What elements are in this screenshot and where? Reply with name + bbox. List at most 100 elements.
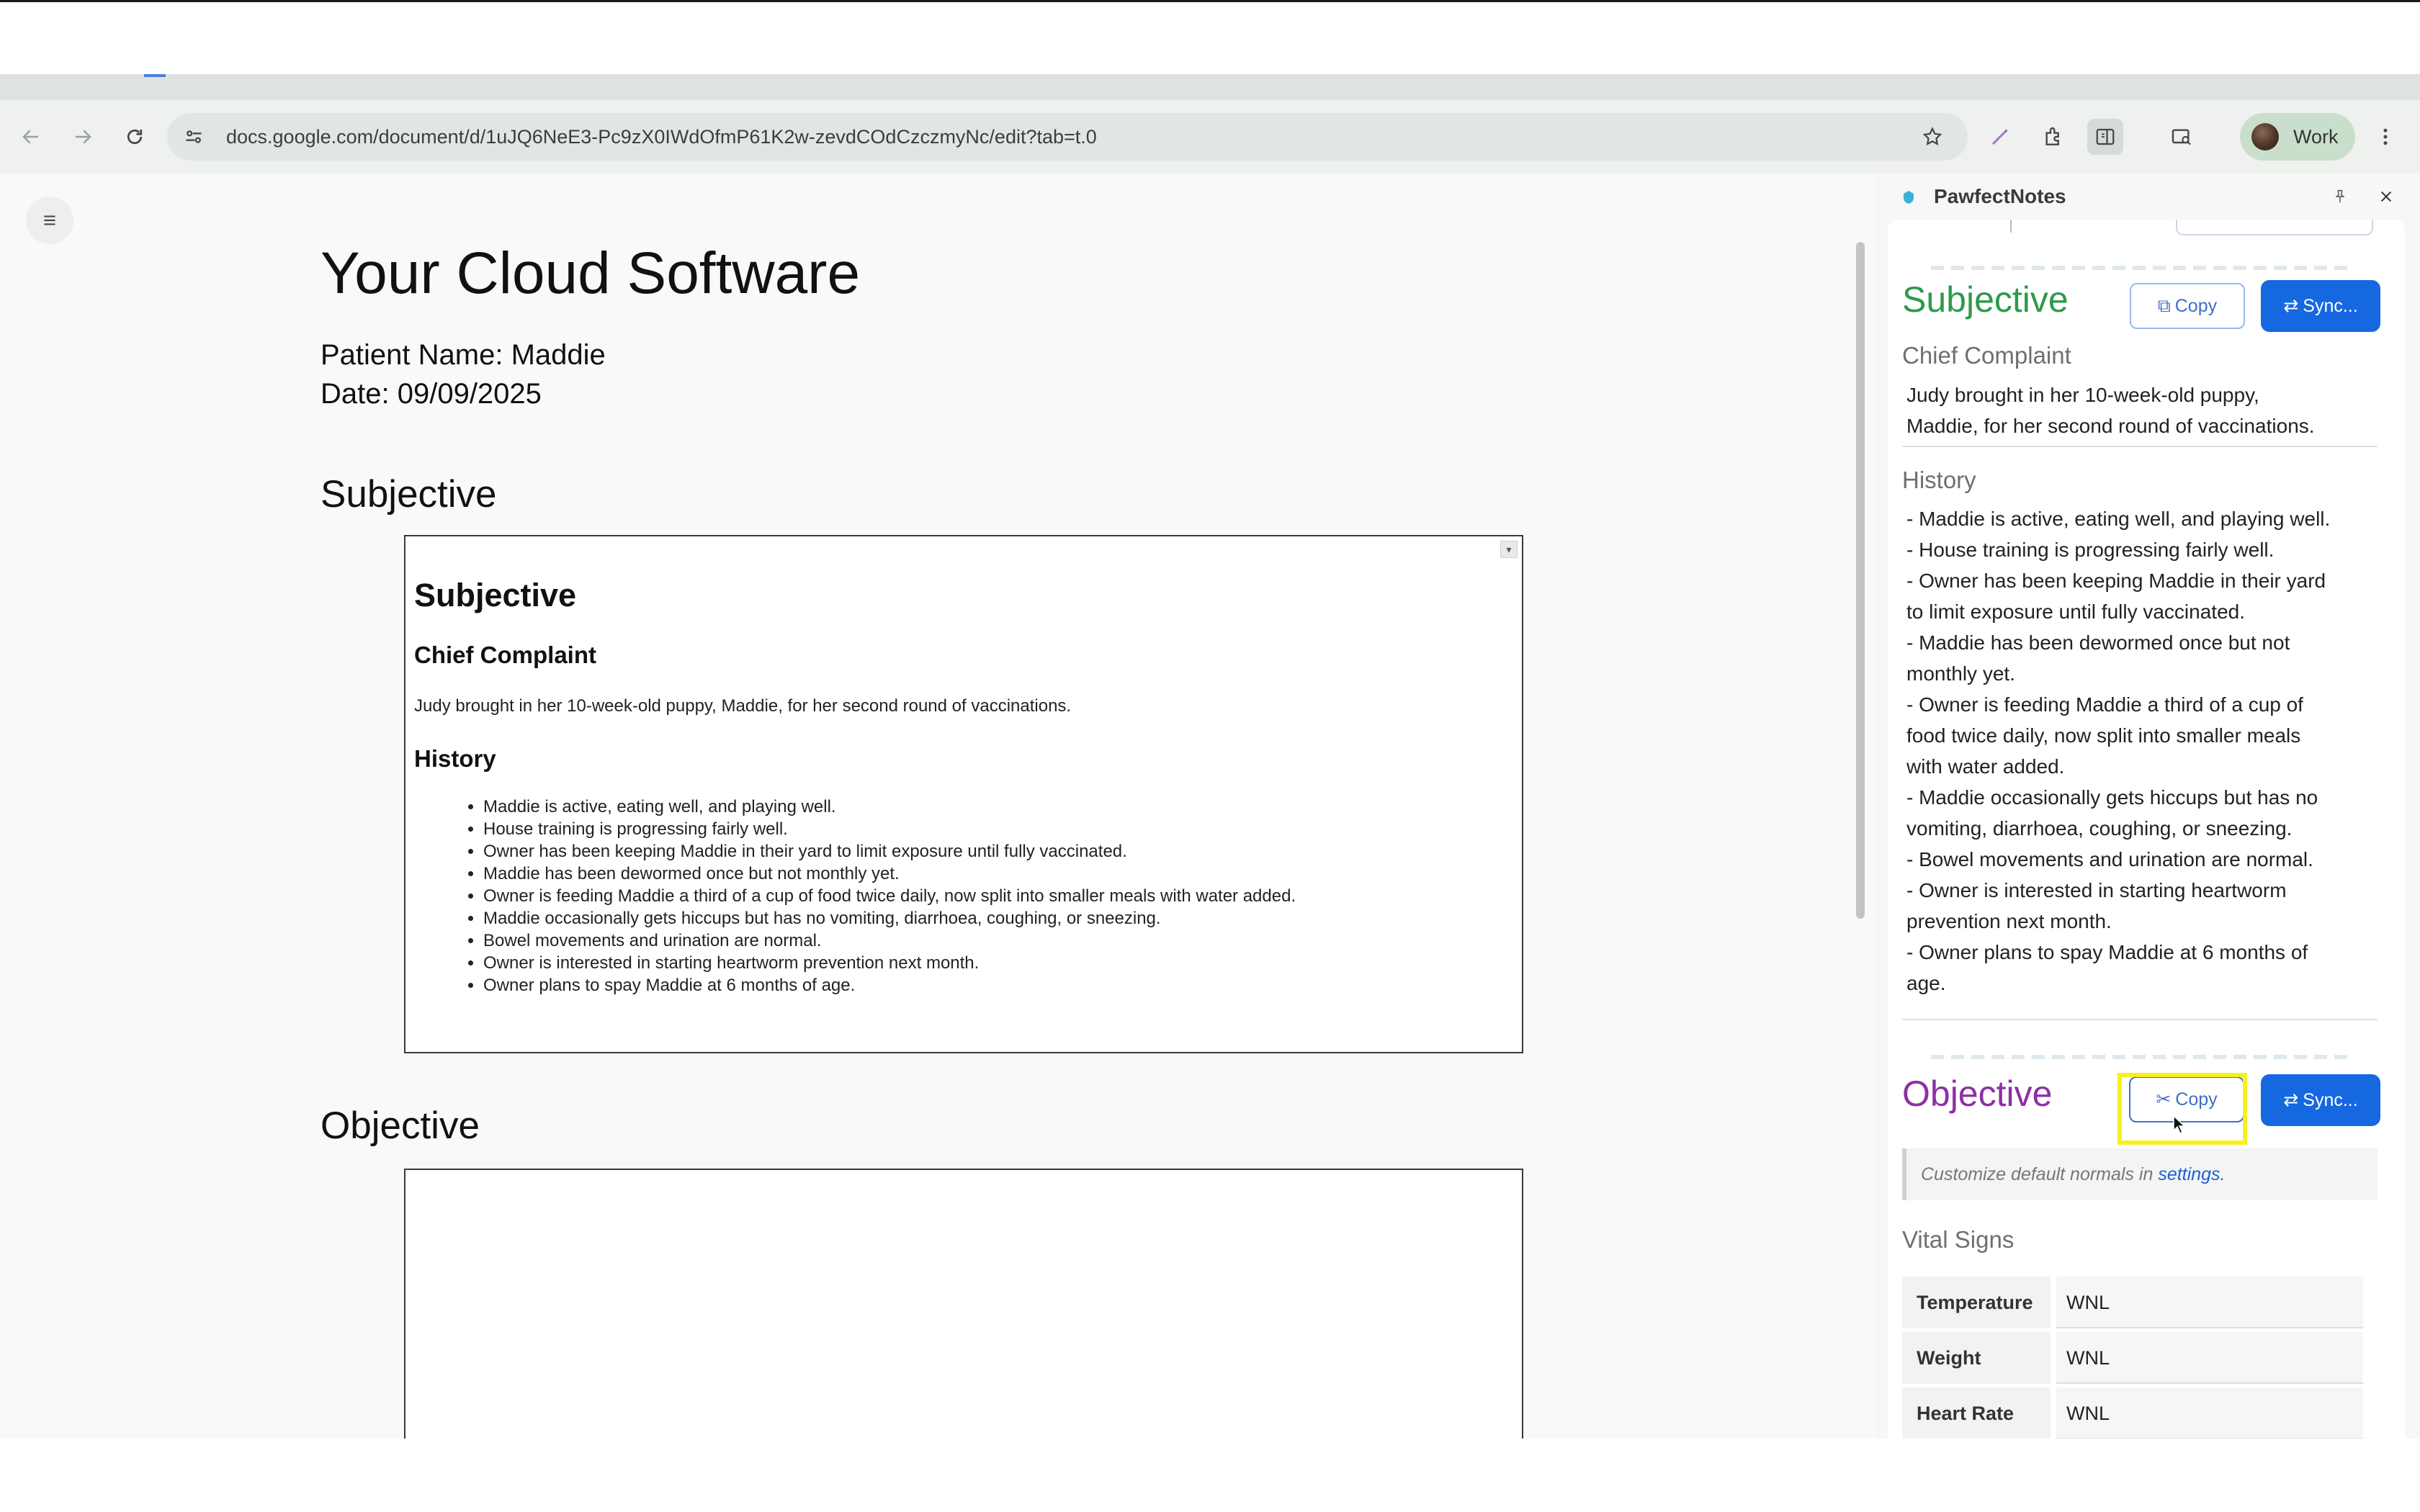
side-panel: PawfectNotes Subjective ⧉ Copy ⇄ Sync... C… xyxy=(1876,174,2420,1439)
history-line: monthly yet. xyxy=(1906,662,2015,685)
cc-label: Chief Complaint xyxy=(1902,342,2071,369)
reload-icon[interactable] xyxy=(117,119,153,155)
list-item: House training is progressing fairly wel… xyxy=(483,818,1296,840)
vital-input[interactable]: WNL xyxy=(2056,1387,2363,1439)
normals-hint: Customize default normals in settings. xyxy=(1902,1148,2378,1200)
embed-title: Subjective xyxy=(414,577,577,613)
tab-strip xyxy=(0,74,2420,100)
divider xyxy=(2010,220,2012,233)
history-label: History xyxy=(1902,467,1976,493)
star-icon[interactable] xyxy=(1919,123,1946,150)
site-info-icon[interactable] xyxy=(182,125,206,149)
vital-label: Heart Rate xyxy=(1902,1387,2051,1439)
embed-cc-heading: Chief Complaint xyxy=(414,642,596,668)
list-item: Bowel movements and urination are normal… xyxy=(483,930,1296,952)
subjective-copy-button[interactable]: ⧉ Copy xyxy=(2130,283,2245,329)
active-tab-indicator xyxy=(144,74,166,77)
vital-signs-label: Vital Signs xyxy=(1902,1226,2015,1253)
more-icon[interactable] xyxy=(2371,119,2400,155)
patient-name-line[interactable]: Patient Name: Maddie xyxy=(321,339,606,372)
history-line: to limit exposure until fully vaccinated… xyxy=(1906,600,2245,623)
bottom-margin xyxy=(0,1439,2420,1512)
settings-link[interactable]: settings. xyxy=(2158,1164,2225,1184)
list-item: Owner is feeding Maddie a third of a cup… xyxy=(483,885,1296,907)
sync-label: Sync... xyxy=(2303,295,2358,316)
divider xyxy=(1931,266,2349,270)
address-bar[interactable]: docs.google.com/document/d/1uJQ6NeE3-Pc9… xyxy=(167,113,1968,161)
sync-label: Sync... xyxy=(2303,1089,2358,1110)
sync-icon: ⇄ xyxy=(2283,296,2299,316)
document-title[interactable]: Your Cloud Software xyxy=(321,240,860,307)
cc-line: Maddie, for her second round of vaccinat… xyxy=(1906,415,2315,437)
objective-section-title: Objective xyxy=(1902,1074,2053,1114)
mouse-cursor-icon xyxy=(2173,1115,2186,1135)
vital-row-weight: Weight WNL xyxy=(1902,1332,2363,1384)
cc-field[interactable]: Judy brought in her 10-week-old puppy, M… xyxy=(1902,377,2378,447)
embed-dropdown-icon[interactable]: ▾ xyxy=(1500,541,1518,558)
hint-prefix: Customize default normals in xyxy=(1921,1164,2159,1184)
list-item: Maddie occasionally gets hiccups but has… xyxy=(483,907,1296,930)
history-line: - Maddie is active, eating well, and pla… xyxy=(1906,508,2331,530)
top-edge xyxy=(0,0,2420,2)
subjective-sync-button[interactable]: ⇄ Sync... xyxy=(2261,280,2380,332)
close-icon[interactable] xyxy=(2375,185,2398,208)
history-line: - Owner plans to spay Maddie at 6 months… xyxy=(1906,941,2308,963)
subjective-embed-box[interactable]: ▾ Subjective Chief Complaint Judy brough… xyxy=(404,535,1523,1053)
pawfectnotes-logo-icon xyxy=(1899,188,1918,207)
profile-label: Work xyxy=(2293,126,2339,148)
history-line: - Bowel movements and urination are norm… xyxy=(1906,848,2313,870)
pin-icon[interactable] xyxy=(2329,185,2352,208)
copy-label: Copy xyxy=(2174,295,2218,316)
list-item: Owner is interested in starting heartwor… xyxy=(483,952,1296,974)
history-line: - Owner has been keeping Maddie in their… xyxy=(1906,570,2326,592)
extensions-icon[interactable] xyxy=(2035,119,2071,155)
list-item: Maddie is active, eating well, and playi… xyxy=(483,796,1296,818)
scrolled-button-fragment xyxy=(2176,220,2373,235)
history-line: vomiting, diarrhoea, coughing, or sneezi… xyxy=(1906,817,2293,840)
back-icon[interactable] xyxy=(13,119,49,155)
list-item: Owner plans to spay Maddie at 6 months o… xyxy=(483,974,1296,996)
vital-row-temperature: Temperature WNL xyxy=(1902,1277,2363,1328)
avatar xyxy=(2251,123,2279,150)
objective-embed-box[interactable] xyxy=(404,1169,1523,1458)
history-line: - Owner is feeding Maddie a third of a c… xyxy=(1906,693,2303,716)
pawfectnotes-extension: Subjective ⧉ Copy ⇄ Sync... Chief Complain… xyxy=(1888,220,2405,1439)
list-item: Owner has been keeping Maddie in their y… xyxy=(483,840,1296,863)
embed-history-list: Maddie is active, eating well, and playi… xyxy=(405,796,1296,996)
vital-label: Weight xyxy=(1902,1332,2051,1384)
pen-icon[interactable] xyxy=(1982,119,2018,155)
objective-sync-button[interactable]: ⇄ Sync... xyxy=(2261,1074,2380,1126)
forward-icon[interactable] xyxy=(65,119,101,155)
sync-icon: ⇄ xyxy=(2283,1090,2299,1110)
hint-text: Customize default normals in settings. xyxy=(1921,1148,2225,1200)
divider xyxy=(1931,1055,2349,1059)
document-canvas: Your Cloud Software Patient Name: Maddie… xyxy=(0,174,1876,1458)
vital-row-heart-rate: Heart Rate WNL xyxy=(1902,1387,2363,1439)
date-line[interactable]: Date: 09/09/2025 xyxy=(321,378,542,410)
history-line: - Owner is interested in starting heartw… xyxy=(1906,879,2287,901)
profile-button[interactable]: Work xyxy=(2240,113,2355,161)
history-line: with water added. xyxy=(1906,755,2065,778)
subjective-heading[interactable]: Subjective xyxy=(321,472,497,516)
history-line: - Maddie occasionally gets hiccups but h… xyxy=(1906,786,2318,809)
list-item: Maddie has been dewormed once but not mo… xyxy=(483,863,1296,885)
history-field[interactable]: - Maddie is active, eating well, and pla… xyxy=(1902,500,2378,1020)
vital-input[interactable]: WNL xyxy=(2056,1277,2363,1328)
browser-toolbar: docs.google.com/document/d/1uJQ6NeE3-Pc9… xyxy=(0,100,2420,174)
history-line: food twice daily, now split into smaller… xyxy=(1906,724,2301,747)
vital-input[interactable]: WNL xyxy=(2056,1332,2363,1384)
history-line: - House training is progressing fairly w… xyxy=(1906,539,2275,561)
tab-search-icon[interactable] xyxy=(2164,119,2200,155)
outline-icon[interactable] xyxy=(26,197,73,244)
embed-history-heading: History xyxy=(414,745,496,772)
side-panel-header: PawfectNotes xyxy=(1876,174,2420,220)
document-scrollbar[interactable] xyxy=(1856,242,1865,919)
history-line: age. xyxy=(1906,972,1946,994)
subjective-section-title: Subjective xyxy=(1902,279,2069,320)
vital-label: Temperature xyxy=(1902,1277,2051,1328)
side-panel-icon[interactable] xyxy=(2087,119,2123,155)
embed-cc-text: Judy brought in her 10-week-old puppy, M… xyxy=(414,696,1072,716)
url-text[interactable]: docs.google.com/document/d/1uJQ6NeE3-Pc9… xyxy=(226,113,1097,161)
objective-heading[interactable]: Objective xyxy=(321,1104,480,1148)
cc-line: Judy brought in her 10-week-old puppy, xyxy=(1906,384,2259,406)
